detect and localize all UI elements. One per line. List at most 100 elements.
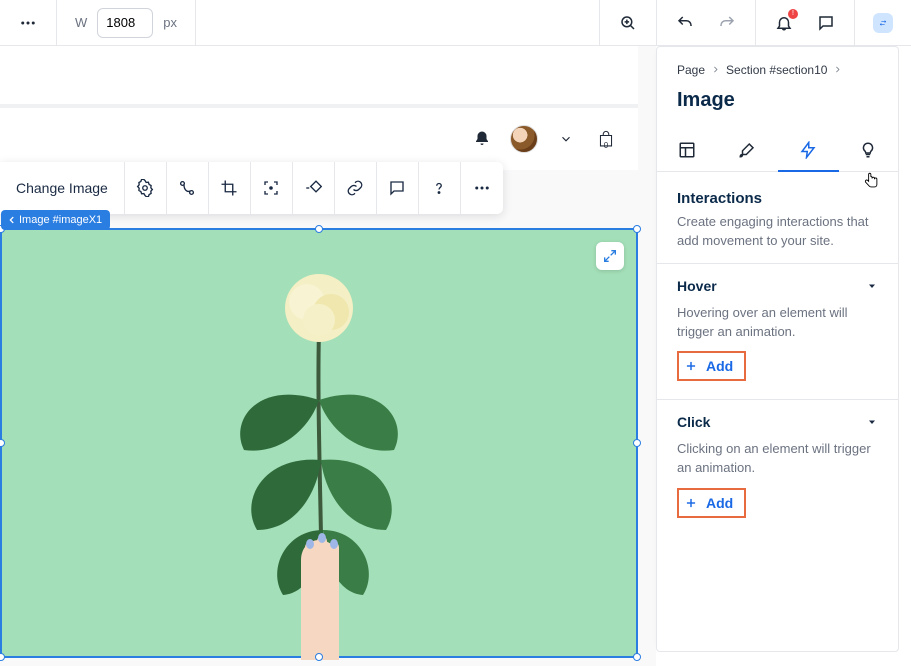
add-hover-button[interactable]: Add xyxy=(680,354,743,378)
chevron-right-icon xyxy=(833,63,842,77)
floating-toolbar: Change Image xyxy=(0,162,503,214)
tab-layout[interactable] xyxy=(657,128,717,171)
comment-tool-button[interactable] xyxy=(377,162,419,214)
notifications-button[interactable]: ! xyxy=(774,13,794,33)
change-image-button[interactable]: Change Image xyxy=(0,162,125,214)
selected-image[interactable] xyxy=(0,228,638,658)
resize-handle[interactable] xyxy=(315,225,323,233)
change-image-label: Change Image xyxy=(16,180,108,196)
switch-mode[interactable] xyxy=(854,0,911,45)
resize-handle[interactable] xyxy=(633,439,641,447)
undo-button[interactable] xyxy=(675,13,695,33)
site-header: 0 xyxy=(0,108,638,170)
width-control: W px xyxy=(57,0,196,45)
gear-icon xyxy=(136,179,154,197)
add-label: Add xyxy=(706,495,733,511)
comm-controls: ! xyxy=(755,0,854,45)
more-tools-button[interactable] xyxy=(461,162,503,214)
section-description: Create engaging interactions that add mo… xyxy=(677,213,878,251)
breadcrumb-item[interactable]: Page xyxy=(677,63,705,77)
mask-icon xyxy=(304,179,322,197)
width-label: W xyxy=(75,15,87,30)
trigger-description: Hovering over an element will trigger an… xyxy=(677,304,878,342)
inspector-panel: Page Section #section10 Image Interactio… xyxy=(656,46,899,652)
lightning-icon xyxy=(799,141,817,159)
chevron-down-icon xyxy=(559,132,573,146)
breadcrumb: Page Section #section10 xyxy=(657,47,898,83)
focal-point-button[interactable] xyxy=(251,162,293,214)
cart-button[interactable]: 0 xyxy=(594,126,618,152)
panel-title: Image xyxy=(657,83,898,128)
resize-handle[interactable] xyxy=(0,439,5,447)
image-content xyxy=(189,230,449,660)
link-icon xyxy=(346,179,364,197)
ellipsis-icon xyxy=(473,179,491,197)
tab-design[interactable] xyxy=(717,128,777,171)
panel-tabs xyxy=(657,128,898,172)
animation-button[interactable] xyxy=(167,162,209,214)
trigger-hover: Hover Hovering over an element will trig… xyxy=(657,263,898,400)
mask-button[interactable] xyxy=(293,162,335,214)
add-hover-highlight: Add xyxy=(677,351,746,381)
trigger-description: Clicking on an element will trigger an a… xyxy=(677,440,878,478)
help-button[interactable] xyxy=(419,162,461,214)
comment-icon xyxy=(388,179,406,197)
chevron-left-icon xyxy=(7,215,17,225)
redo-button[interactable] xyxy=(717,13,737,33)
resize-handle[interactable] xyxy=(315,653,323,661)
add-click-highlight: Add xyxy=(677,488,746,518)
plus-icon xyxy=(684,496,698,510)
trigger-name: Click xyxy=(677,414,710,430)
resize-handle[interactable] xyxy=(633,225,641,233)
settings-button[interactable] xyxy=(125,162,167,214)
layout-icon xyxy=(678,141,696,159)
zoom-button[interactable] xyxy=(599,0,656,45)
interactions-section: Interactions Create engaging interaction… xyxy=(657,172,898,263)
add-label: Add xyxy=(706,358,733,374)
expand-button[interactable] xyxy=(596,242,624,270)
comments-button[interactable] xyxy=(816,13,836,33)
account-menu[interactable] xyxy=(556,129,576,149)
trigger-toggle[interactable]: Click xyxy=(677,414,878,430)
comment-icon xyxy=(817,14,835,32)
link-button[interactable] xyxy=(335,162,377,214)
selection-tag-label: Image #imageX1 xyxy=(19,214,102,226)
caret-down-icon xyxy=(866,416,878,428)
canvas-area: 0 Change Image xyxy=(0,46,656,666)
plus-icon xyxy=(684,359,698,373)
trigger-name: Hover xyxy=(677,278,717,294)
width-unit: px xyxy=(163,15,177,30)
canvas-top-gap xyxy=(0,46,638,108)
avatar[interactable] xyxy=(510,125,538,153)
topbar-left: W px xyxy=(0,0,196,45)
trigger-click: Click Clicking on an element will trigge… xyxy=(657,399,898,536)
section-title: Interactions xyxy=(677,190,878,207)
zoom-in-icon xyxy=(618,13,638,33)
crop-icon xyxy=(220,179,238,197)
cart-count: 0 xyxy=(604,141,608,150)
motion-icon xyxy=(178,179,196,197)
history-controls xyxy=(656,0,755,45)
topbar-right: ! xyxy=(599,0,911,45)
expand-icon xyxy=(602,248,618,264)
breadcrumb-item[interactable]: Section #section10 xyxy=(726,63,827,77)
selection-tag[interactable]: Image #imageX1 xyxy=(1,210,110,230)
focal-icon xyxy=(262,179,280,197)
trigger-toggle[interactable]: Hover xyxy=(677,278,878,294)
width-input[interactable] xyxy=(97,8,153,38)
notification-badge: ! xyxy=(788,9,798,19)
crop-button[interactable] xyxy=(209,162,251,214)
resize-handle[interactable] xyxy=(0,653,5,661)
lightbulb-icon xyxy=(859,141,877,159)
brush-icon xyxy=(738,141,756,159)
tab-tips[interactable] xyxy=(838,128,898,171)
ellipsis-icon xyxy=(18,13,38,33)
help-icon xyxy=(430,179,448,197)
more-menu[interactable] xyxy=(0,0,57,45)
site-bell-icon[interactable] xyxy=(472,129,492,149)
caret-down-icon xyxy=(866,280,878,292)
add-click-button[interactable]: Add xyxy=(680,491,743,515)
tab-underline xyxy=(778,170,839,173)
tab-interactions[interactable] xyxy=(778,128,838,171)
resize-handle[interactable] xyxy=(633,653,641,661)
